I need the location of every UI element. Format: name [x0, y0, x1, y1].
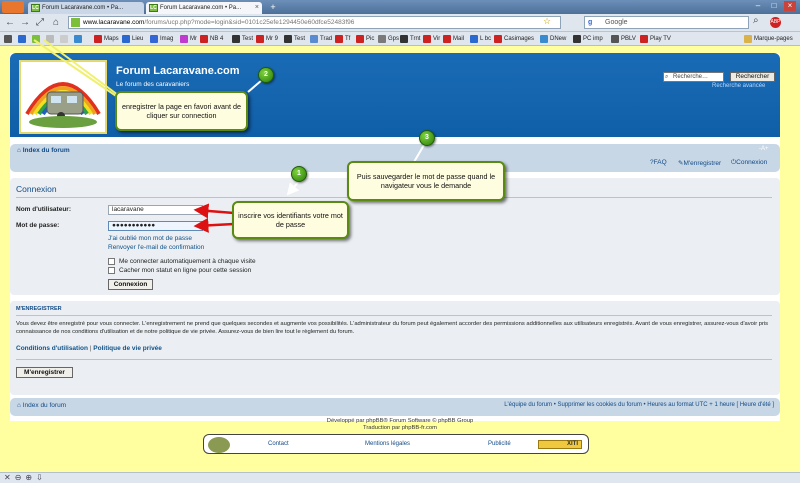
- callout-save-password: Puis sauvegarder le mot de passe quand l…: [347, 161, 505, 201]
- arrow-callout3: [413, 144, 425, 163]
- callout-bookmark: enregistrer la page en favori avant de c…: [115, 91, 248, 131]
- pointer-to-bookmark: [43, 39, 123, 99]
- callout-number-3: 3: [419, 130, 435, 146]
- callout-credentials: inscrire vos identifiants votre mot de p…: [232, 201, 349, 239]
- pointer-to-bookmark: [33, 39, 123, 101]
- callout-number-2: 2: [258, 67, 274, 83]
- arrow-callout1: [286, 179, 301, 196]
- arrow-callout2: [247, 79, 263, 93]
- arrow-to-username: [193, 203, 235, 219]
- arrow-to-password: [193, 217, 235, 233]
- annotation-arrows: [33, 39, 425, 233]
- callout-number-1: 1: [291, 166, 307, 182]
